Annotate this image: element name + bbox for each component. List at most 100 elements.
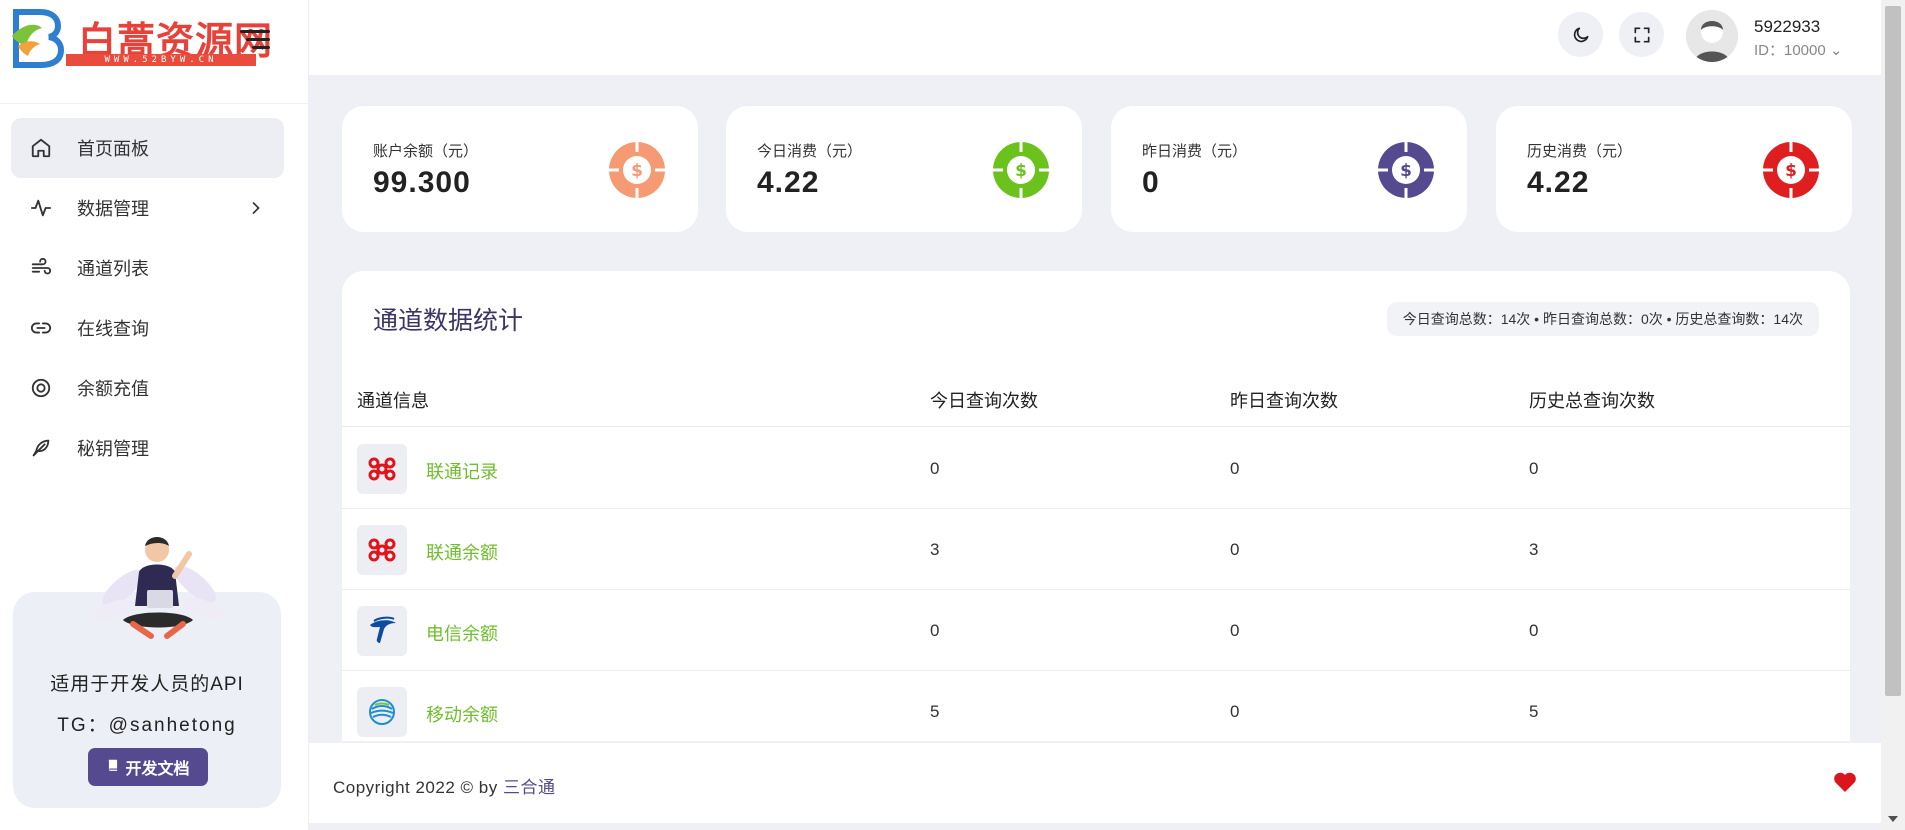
sidebar: 白蒿资源网 WWW.52BYW.CN 首页面板 数据管理 通道列表 在线查询 余… xyxy=(0,0,309,830)
yesterday-spend-card: 昨日消费（元） 0 $ xyxy=(1111,106,1467,232)
promo-line-2: TG：@sanhetong xyxy=(57,715,237,736)
footer: Copyright 2022 © by 三合通 xyxy=(309,743,1881,823)
svg-text:$: $ xyxy=(1015,161,1027,181)
yesterday-count: 0 xyxy=(1230,459,1240,478)
fullscreen-icon xyxy=(1634,27,1649,43)
today-count: 5 xyxy=(930,702,940,721)
menu-toggle-button[interactable] xyxy=(240,30,270,54)
svg-text:$: $ xyxy=(1785,161,1797,181)
chevron-down-icon: ⌄ xyxy=(1829,42,1843,59)
page-scrollbar[interactable] xyxy=(1881,0,1905,830)
sidebar-item-dashboard[interactable]: 首页面板 xyxy=(11,118,284,178)
sidebar-nav: 首页面板 数据管理 通道列表 在线查询 余额充值 秘钥管理 xyxy=(11,118,284,478)
query-summary-badge: 今日查询总数：14次 • 昨日查询总数：0次 • 历史总查询数：14次 xyxy=(1386,302,1819,336)
book-icon xyxy=(106,758,120,777)
dollar-pie-icon: $ xyxy=(1763,142,1819,198)
total-count: 0 xyxy=(1529,459,1539,478)
history-spend-card: 历史消费（元） 4.22 $ xyxy=(1496,106,1852,232)
panel-title: 通道数据统计 xyxy=(373,307,524,335)
brand-logo-icon xyxy=(12,9,65,68)
today-count: 0 xyxy=(930,621,940,640)
column-header: 昨日查询次数 xyxy=(1230,391,1338,411)
dollar-pie-icon: $ xyxy=(609,142,665,198)
total-count: 5 xyxy=(1529,702,1539,721)
target-icon xyxy=(29,376,53,400)
card-value: 99.300 xyxy=(373,166,471,199)
svg-text:$: $ xyxy=(1400,161,1412,181)
user-id-dropdown[interactable]: ID：10000 ⌄ xyxy=(1754,39,1842,60)
today-spend-card: 今日消费（元） 4.22 $ xyxy=(726,106,1082,232)
card-label: 账户余额（元） xyxy=(373,143,479,160)
developer-promo-card: 适用于开发人员的API TG：@sanhetong 开发文档 xyxy=(13,537,281,808)
card-label: 昨日消费（元） xyxy=(1142,143,1248,160)
top-header: 5922933 ID：10000 ⌄ xyxy=(309,0,1881,75)
channel-stats-panel: 通道数据统计 今日查询总数：14次 • 昨日查询总数：0次 • 历史总查询数：1… xyxy=(342,271,1850,741)
heart-icon xyxy=(1834,772,1856,792)
activity-icon xyxy=(29,196,53,220)
table-row: 移动余额 5 0 5 xyxy=(342,671,1850,741)
sidebar-item-key-management[interactable]: 秘钥管理 xyxy=(11,418,284,478)
table-header: 通道信息 今日查询次数 昨日查询次数 历史总查询次数 xyxy=(342,371,1850,427)
sidebar-item-online-query[interactable]: 在线查询 xyxy=(11,298,284,358)
copyright-prefix: Copyright 2022 © by xyxy=(333,778,503,797)
sidebar-item-label: 首页面板 xyxy=(77,139,149,159)
moon-icon xyxy=(1573,27,1588,42)
dollar-pie-icon: $ xyxy=(993,142,1049,198)
table-row: 电信余额 0 0 0 xyxy=(342,590,1850,671)
column-header: 通道信息 xyxy=(357,391,429,411)
link-icon xyxy=(29,316,53,340)
china-unicom-logo xyxy=(357,444,407,494)
sidebar-item-label: 通道列表 xyxy=(77,259,149,279)
sidebar-item-label: 秘钥管理 xyxy=(77,439,149,459)
sidebar-item-label: 数据管理 xyxy=(77,199,149,219)
yesterday-count: 0 xyxy=(1230,621,1240,640)
card-value: 0 xyxy=(1142,166,1160,199)
today-count: 3 xyxy=(930,540,940,559)
user-avatar-icon xyxy=(1686,10,1738,62)
sidebar-item-label: 余额充值 xyxy=(77,379,149,399)
dev-docs-button[interactable]: 开发文档 xyxy=(88,748,208,786)
sidebar-item-label: 在线查询 xyxy=(77,319,149,339)
table-row: 联通记录 0 0 0 xyxy=(342,428,1850,509)
balance-card: 账户余额（元） 99.300 $ xyxy=(342,106,698,232)
card-value: 4.22 xyxy=(757,166,820,199)
card-label: 今日消费（元） xyxy=(757,143,863,160)
owner-link[interactable]: 三合通 xyxy=(503,778,556,797)
copyright-text: Copyright 2022 © by 三合通 xyxy=(333,773,555,798)
home-icon xyxy=(29,136,53,160)
column-header: 历史总查询次数 xyxy=(1529,391,1655,411)
scroll-down-arrow-icon[interactable] xyxy=(1885,814,1901,824)
total-count: 3 xyxy=(1529,540,1539,559)
channel-name-link[interactable]: 联通记录 xyxy=(426,458,498,484)
sidebar-item-data-management[interactable]: 数据管理 xyxy=(11,178,284,238)
china-telecom-logo xyxy=(357,606,407,656)
dollar-pie-icon: $ xyxy=(1378,142,1434,198)
channel-name-link[interactable]: 电信余额 xyxy=(426,620,498,646)
avatar[interactable] xyxy=(1686,10,1738,62)
user-id: ID：10000 xyxy=(1754,42,1826,59)
promo-line-1: 适用于开发人员的API xyxy=(50,674,244,695)
channel-name-link[interactable]: 联通余额 xyxy=(426,539,498,565)
dark-mode-toggle[interactable] xyxy=(1558,12,1603,57)
column-header: 今日查询次数 xyxy=(930,391,1038,411)
username: 5922933 xyxy=(1754,17,1821,36)
svg-text:$: $ xyxy=(631,161,643,181)
yesterday-count: 0 xyxy=(1230,540,1240,559)
wind-icon xyxy=(29,256,53,280)
sidebar-item-channel-list[interactable]: 通道列表 xyxy=(11,238,284,298)
developer-illustration xyxy=(92,537,224,639)
channel-name-link[interactable]: 移动余额 xyxy=(426,701,498,727)
total-count: 0 xyxy=(1529,621,1539,640)
sidebar-item-recharge[interactable]: 余额充值 xyxy=(11,358,284,418)
feather-icon xyxy=(29,436,53,460)
china-mobile-logo xyxy=(357,687,407,737)
logo-subtitle: WWW.52BYW.CN xyxy=(66,54,256,66)
yesterday-count: 0 xyxy=(1230,702,1240,721)
china-unicom-logo xyxy=(357,525,407,575)
card-label: 历史消费（元） xyxy=(1527,143,1633,160)
fullscreen-button[interactable] xyxy=(1619,12,1664,57)
table-row: 联通余额 3 0 3 xyxy=(342,509,1850,590)
scrollbar-thumb[interactable] xyxy=(1885,6,1901,696)
card-value: 4.22 xyxy=(1527,166,1590,199)
today-count: 0 xyxy=(930,459,940,478)
